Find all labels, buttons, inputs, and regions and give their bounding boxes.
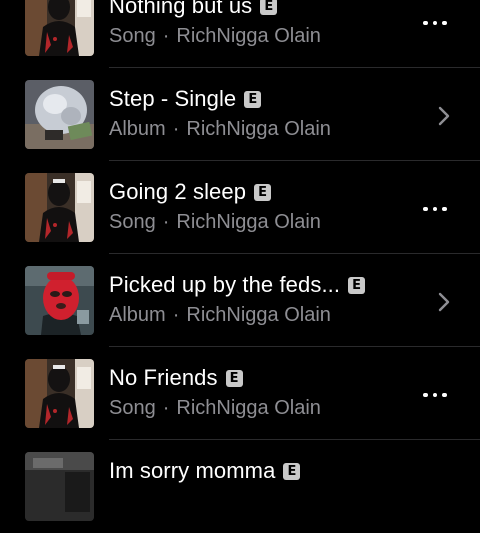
more-icon-dot xyxy=(442,392,447,398)
artist-photo-artwork xyxy=(25,173,94,242)
chevron-right-icon xyxy=(438,292,450,312)
result-kind: Album xyxy=(109,118,166,140)
separator-dot: · xyxy=(162,25,170,47)
more-icon xyxy=(423,206,428,212)
result-row[interactable]: No Friends E Song · RichNigga Olain xyxy=(0,347,480,440)
result-artist: RichNigga Olain xyxy=(186,304,331,326)
explicit-badge-icon: E xyxy=(283,462,301,480)
more-icon xyxy=(423,20,428,26)
result-title: Im sorry momma xyxy=(109,458,276,483)
separator-dot: · xyxy=(162,397,170,419)
result-row[interactable]: Step - Single E Album · RichNigga Olain xyxy=(0,68,480,161)
open-album-button[interactable] xyxy=(432,102,456,130)
red-ski-mask-artwork xyxy=(25,266,94,335)
more-options-button[interactable] xyxy=(420,380,450,410)
more-icon-dot xyxy=(432,392,438,398)
explicit-badge-icon: E xyxy=(254,183,272,201)
more-options-button[interactable] xyxy=(420,194,450,224)
explicit-badge-icon: E xyxy=(225,369,243,387)
explicit-badge-icon: E xyxy=(244,90,262,108)
result-kind: Song xyxy=(109,211,156,233)
more-icon-dot xyxy=(442,206,447,212)
search-results-list: Nothing but us E Song · RichNigga Olain St… xyxy=(0,0,480,533)
result-kind: Song xyxy=(109,25,156,47)
money-bag-artwork xyxy=(25,80,94,149)
explicit-badge-icon: E xyxy=(260,0,278,15)
more-options-button[interactable] xyxy=(420,8,450,38)
result-artist: RichNigga Olain xyxy=(176,397,321,419)
more-icon-dot xyxy=(432,206,438,212)
result-row[interactable]: Going 2 sleep E Song · RichNigga Olain xyxy=(0,161,480,254)
chevron-right-icon xyxy=(438,106,450,126)
result-artist: RichNigga Olain xyxy=(176,211,321,233)
result-row[interactable]: Im sorry momma E xyxy=(0,440,480,533)
result-title: Going 2 sleep xyxy=(109,179,247,204)
result-row[interactable]: Nothing but us E Song · RichNigga Olain xyxy=(0,0,480,68)
result-artist: RichNigga Olain xyxy=(186,118,331,140)
more-icon xyxy=(423,392,428,398)
result-title: Step - Single xyxy=(109,86,237,111)
result-subtitle: Song · RichNigga Olain xyxy=(109,22,410,50)
result-subtitle: Album · RichNigga Olain xyxy=(109,301,410,329)
separator-dot: · xyxy=(172,304,180,326)
separator-dot: · xyxy=(162,211,170,233)
more-icon-dot xyxy=(432,20,438,26)
result-artist: RichNigga Olain xyxy=(176,25,321,47)
result-kind: Song xyxy=(109,397,156,419)
result-title: Picked up by the feds... xyxy=(109,272,341,297)
result-row[interactable]: Picked up by the feds... E Album · RichNig… xyxy=(0,254,480,347)
result-title: No Friends xyxy=(109,365,218,390)
result-subtitle: Album · RichNigga Olain xyxy=(109,115,410,143)
open-album-button[interactable] xyxy=(432,288,456,316)
artist-photo-artwork xyxy=(25,0,94,56)
more-icon-dot xyxy=(442,20,447,26)
result-title: Nothing but us xyxy=(109,0,253,18)
result-subtitle: Song · RichNigga Olain xyxy=(109,208,410,236)
separator-dot: · xyxy=(172,118,180,140)
artist-photo-artwork xyxy=(25,359,94,428)
result-kind: Album xyxy=(109,304,166,326)
result-subtitle: Song · RichNigga Olain xyxy=(109,394,410,422)
explicit-badge-icon: E xyxy=(348,276,366,294)
dark-photo-artwork xyxy=(25,452,94,521)
